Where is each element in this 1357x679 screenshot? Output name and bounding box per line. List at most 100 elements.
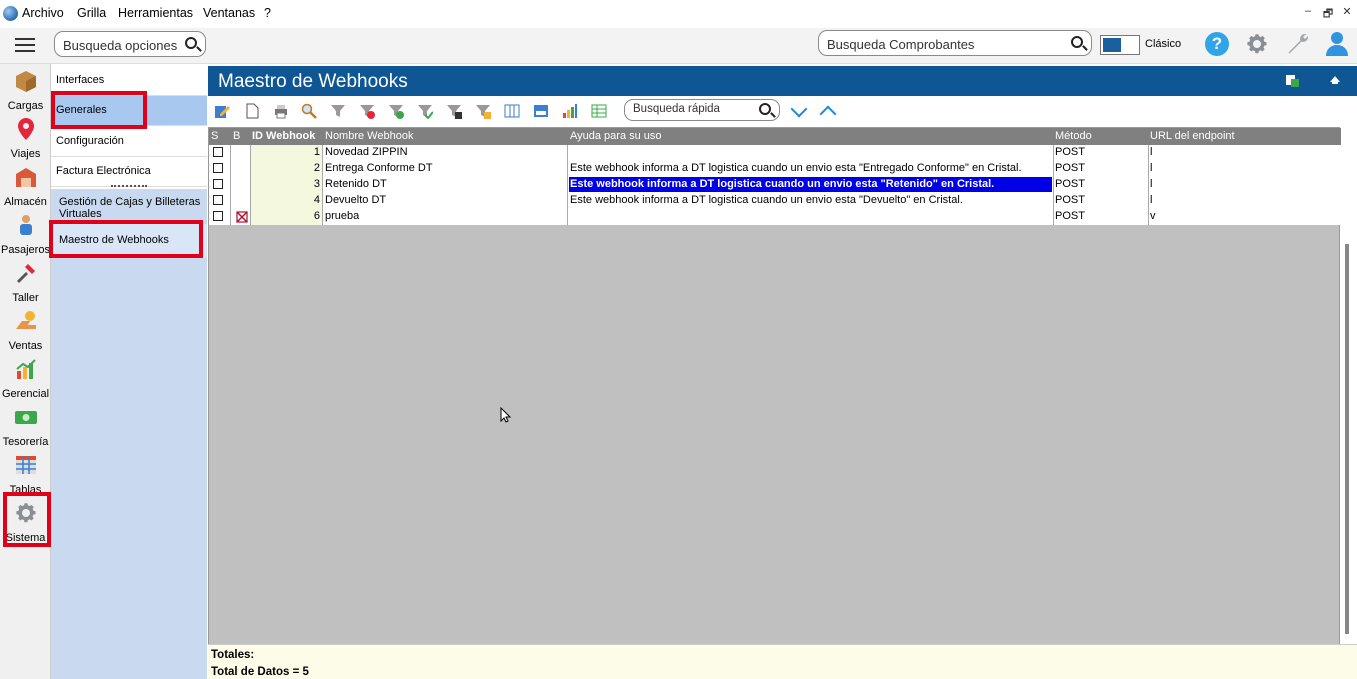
- col-header-method[interactable]: Método: [1055, 130, 1092, 142]
- classic-mode-label: Clásico: [1145, 38, 1182, 50]
- highlight-maestro-webhooks: [49, 220, 203, 258]
- settings-gear-icon[interactable]: [1245, 32, 1269, 56]
- layout-icon[interactable]: [533, 103, 549, 119]
- row-select-checkbox[interactable]: [213, 211, 223, 221]
- sales-icon: [15, 311, 36, 329]
- minimize-button[interactable]: –: [1300, 5, 1316, 21]
- find-icon[interactable]: [301, 103, 317, 119]
- money-icon: [14, 411, 37, 424]
- chart-icon[interactable]: [562, 103, 578, 119]
- col-header-b[interactable]: B: [233, 130, 240, 142]
- rail-item-ventas[interactable]: Ventas: [0, 309, 51, 352]
- filter-apply-icon[interactable]: [417, 103, 433, 119]
- clear-filter-icon[interactable]: [359, 103, 375, 119]
- tools-wrench-icon[interactable]: [1285, 31, 1311, 57]
- rail-item-cargas[interactable]: Cargas: [0, 69, 51, 112]
- top-toolbar: Busqueda opciones Busqueda Comprobantes …: [0, 28, 1357, 64]
- table-row[interactable]: 6 prueba POST v: [209, 209, 1341, 225]
- search-options-input[interactable]: Busqueda opciones: [54, 31, 206, 57]
- columns-icon[interactable]: [504, 103, 520, 119]
- edit-icon[interactable]: [214, 103, 230, 119]
- row-select-checkbox[interactable]: [213, 147, 223, 157]
- row-select-checkbox[interactable]: [213, 179, 223, 189]
- menu-archivo[interactable]: Archivo: [22, 6, 64, 20]
- rail-item-viajes[interactable]: Viajes: [0, 117, 51, 160]
- totals-footer: Totales: Total de Datos = 5: [208, 644, 1357, 679]
- totals-label: Totales:: [211, 649, 255, 661]
- grid-body: 1 Novedad ZIPPIN POST l 2 Entrega Confor…: [209, 145, 1341, 225]
- rail-item-pasajeros[interactable]: Pasajeros: [0, 213, 51, 256]
- menu-grilla[interactable]: Grilla: [77, 6, 106, 20]
- main-panel: Maestro de Webhooks Busqueda rápida S B …: [208, 64, 1357, 679]
- print-icon[interactable]: [273, 103, 289, 119]
- rail-item-tablas[interactable]: Tablas: [0, 453, 51, 496]
- prev-result-chevron-up-icon[interactable]: [819, 105, 837, 123]
- box-icon: [15, 71, 36, 92]
- help-icon[interactable]: ?: [1205, 32, 1229, 56]
- load-filter-icon[interactable]: [475, 103, 491, 119]
- mouse-cursor-icon: [500, 407, 512, 423]
- map-pin-icon: [17, 118, 34, 140]
- close-button[interactable]: ✕: [1339, 5, 1355, 21]
- col-header-help[interactable]: Ayuda para su uso: [570, 130, 662, 142]
- passenger-icon: [19, 215, 32, 235]
- save-filter-icon[interactable]: [446, 103, 462, 119]
- grid-header: S B ID Webhook Nombre Webhook Ayuda para…: [209, 128, 1341, 145]
- search-icon[interactable]: [185, 37, 197, 49]
- total-count: Total de Datos = 5: [211, 666, 309, 678]
- table-row[interactable]: 3 Retenido DT Este webhook informa a DT …: [209, 176, 1341, 193]
- warehouse-icon: [15, 168, 36, 187]
- search-vouchers-input[interactable]: Busqueda Comprobantes: [818, 30, 1092, 56]
- submenu-item-gestion-cajas[interactable]: Gestión de Cajas y Billeteras Virtuales: [51, 196, 201, 220]
- deleted-mark-icon: [236, 211, 248, 223]
- next-result-chevron-down-icon[interactable]: [790, 100, 808, 118]
- collapse-up-icon[interactable]: [1328, 73, 1342, 87]
- rail-item-tesoreria[interactable]: Tesorería: [0, 405, 51, 448]
- new-document-icon[interactable]: [244, 103, 260, 119]
- restore-button[interactable]: 🗗: [1320, 5, 1336, 21]
- highlight-sistema: [3, 492, 51, 547]
- rail-item-gerencial[interactable]: Gerencial: [0, 357, 51, 400]
- splitter-grip[interactable]: [111, 185, 147, 188]
- col-header-name[interactable]: Nombre Webhook: [325, 130, 413, 142]
- menu-bar: Archivo Grilla Herramientas Ventanas ? –…: [0, 0, 1357, 28]
- menu-help[interactable]: ?: [264, 6, 271, 20]
- selected-cell[interactable]: Este webhook informa a DT logistica cuan…: [568, 176, 1053, 193]
- submenu-panel: Interfaces Generales Configuración Factu…: [51, 64, 207, 679]
- menu-ventanas[interactable]: Ventanas: [203, 6, 255, 20]
- excel-export-icon[interactable]: [591, 103, 607, 119]
- col-header-s[interactable]: S: [211, 130, 218, 142]
- rail-item-almacen[interactable]: Almacén: [0, 165, 51, 208]
- filter-icon[interactable]: [330, 103, 346, 119]
- col-header-id[interactable]: ID Webhook: [252, 130, 315, 142]
- classic-mode-toggle[interactable]: [1100, 35, 1140, 55]
- filter-add-icon[interactable]: [388, 103, 404, 119]
- search-icon[interactable]: [759, 103, 771, 115]
- user-profile-icon[interactable]: [1325, 31, 1349, 57]
- table-row[interactable]: 2 Entrega Conforme DT Este webhook infor…: [209, 161, 1341, 177]
- row-select-checkbox[interactable]: [213, 163, 223, 173]
- row-select-checkbox[interactable]: [213, 195, 223, 205]
- col-header-url[interactable]: URL del endpoint: [1150, 130, 1235, 142]
- highlight-generales: [51, 91, 147, 129]
- grid-toolbar: Busqueda rápida: [208, 96, 1357, 126]
- submenu-item-factura-electronica[interactable]: Factura Electrónica: [51, 157, 207, 187]
- table-row[interactable]: 4 Devuelto DT Este webhook informa a DT …: [209, 193, 1341, 209]
- page-title: Maestro de Webhooks: [218, 71, 408, 92]
- webhooks-grid: S B ID Webhook Nombre Webhook Ayuda para…: [208, 127, 1341, 679]
- vertical-scrollbar[interactable]: [1345, 244, 1349, 634]
- app-logo-icon: [3, 6, 18, 21]
- workshop-tools-icon: [16, 264, 35, 283]
- export-icon[interactable]: [1286, 73, 1300, 87]
- submenu-item-configuracion[interactable]: Configuración: [51, 127, 207, 157]
- quick-search-input[interactable]: Busqueda rápida: [624, 99, 780, 121]
- table-row[interactable]: 1 Novedad ZIPPIN POST l: [209, 145, 1341, 161]
- hamburger-menu-icon[interactable]: [15, 38, 35, 52]
- search-icon[interactable]: [1071, 36, 1083, 48]
- chart-icon: [15, 359, 36, 379]
- menu-herramientas[interactable]: Herramientas: [118, 6, 193, 20]
- table-icon: [15, 456, 36, 474]
- module-rail: Cargas Viajes Almacén Pasajeros Taller V…: [0, 64, 51, 679]
- rail-item-taller[interactable]: Taller: [0, 261, 51, 304]
- panel-title-bar: Maestro de Webhooks: [208, 66, 1357, 96]
